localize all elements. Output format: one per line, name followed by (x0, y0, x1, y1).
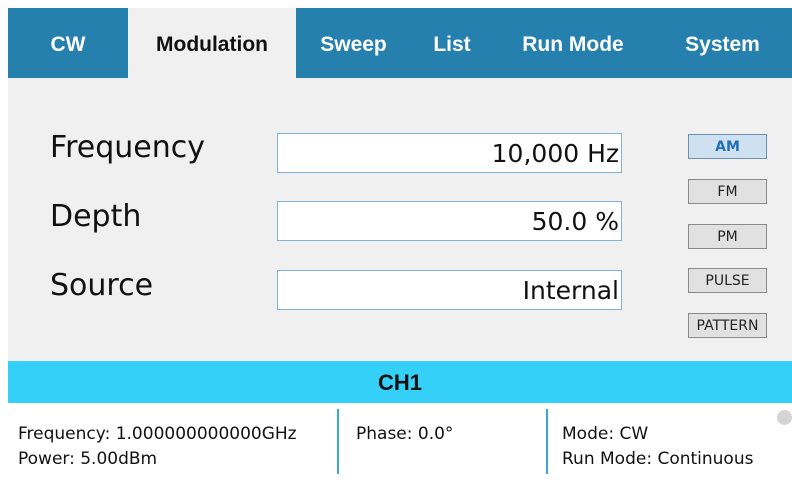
frequency-readout: Frequency: 1.000000000000GHz (18, 424, 297, 444)
scroll-indicator-icon (777, 410, 792, 425)
pattern-button[interactable]: PATTERN (688, 313, 767, 338)
mode-readout: Mode: CW (562, 424, 649, 444)
frequency-field[interactable]: 10,000 Hz (277, 133, 622, 173)
channel-header: CH1 (8, 361, 792, 403)
tab-list[interactable]: List (411, 8, 493, 78)
tab-system[interactable]: System (653, 8, 792, 78)
app-window: CW Modulation Sweep List Run Mode System… (8, 8, 792, 482)
am-button[interactable]: AM (688, 134, 767, 159)
tab-modulation[interactable]: Modulation (128, 8, 296, 78)
pm-button[interactable]: PM (688, 224, 767, 249)
tab-bar: CW Modulation Sweep List Run Mode System (8, 8, 792, 78)
modulation-panel: Frequency 10,000 Hz Depth 50.0 % Source … (8, 78, 792, 361)
tab-sweep[interactable]: Sweep (296, 8, 411, 78)
power-readout: Power: 5.00dBm (18, 449, 158, 469)
depth-label: Depth (50, 199, 142, 234)
pulse-button[interactable]: PULSE (688, 268, 767, 293)
fm-button[interactable]: FM (688, 179, 767, 204)
run-mode-readout: Run Mode: Continuous (562, 449, 754, 469)
tab-cw[interactable]: CW (8, 8, 128, 78)
frequency-label: Frequency (50, 130, 205, 165)
source-label: Source (50, 268, 154, 303)
source-field[interactable]: Internal (277, 270, 622, 310)
status-divider (546, 409, 548, 474)
depth-field[interactable]: 50.0 % (277, 201, 622, 241)
phase-readout: Phase: 0.0° (356, 424, 454, 444)
tab-run-mode[interactable]: Run Mode (493, 8, 653, 78)
channel-status-panel: Frequency: 1.000000000000GHz Power: 5.00… (8, 403, 792, 482)
status-divider (337, 409, 339, 474)
